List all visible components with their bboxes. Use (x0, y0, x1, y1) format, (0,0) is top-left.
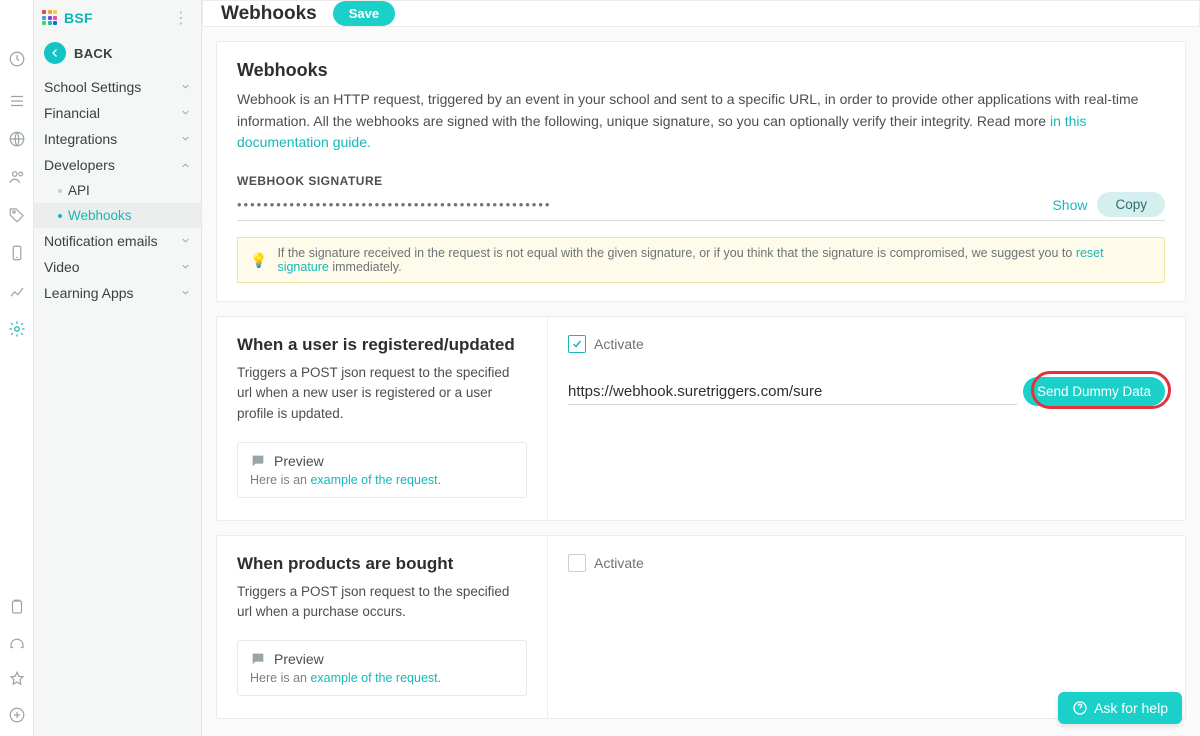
hook-desc: Triggers a POST json request to the spec… (237, 363, 527, 424)
main-content: Webhooks Save Webhooks Webhook is an HTT… (202, 0, 1200, 736)
org-menu-button[interactable]: ⋮ (169, 8, 193, 28)
chevron-down-icon (180, 131, 191, 147)
nav-item-school-settings[interactable]: School Settings (34, 74, 201, 100)
nav-item-notification-emails[interactable]: Notification emails (34, 228, 201, 254)
bulb-icon: 💡 (250, 252, 267, 269)
activate-label: Activate (594, 336, 644, 352)
org-name: BSF (64, 10, 93, 26)
webhooks-intro-card: Webhooks Webhook is an HTTP request, tri… (216, 41, 1186, 302)
star-icon[interactable] (6, 668, 28, 690)
chevron-down-icon (180, 157, 191, 173)
org-switcher[interactable]: BSF (42, 10, 93, 26)
signature-masked: ••••••••••••••••••••••••••••••••••••••••… (237, 197, 551, 212)
back-label: BACK (74, 46, 113, 61)
signature-show-button[interactable]: Show (1052, 197, 1087, 213)
menu-icon[interactable] (6, 90, 28, 112)
preview-box: Preview Here is an example of the reques… (237, 442, 527, 498)
add-icon[interactable] (6, 704, 28, 726)
activate-checkbox[interactable] (568, 335, 586, 353)
reports-icon[interactable] (6, 280, 28, 302)
webhook-card: When a user is registered/updated Trigge… (216, 316, 1186, 521)
chevron-down-icon (180, 105, 191, 121)
intro-heading: Webhooks (237, 60, 1165, 81)
ask-for-help-button[interactable]: Ask for help (1058, 692, 1182, 724)
activate-label: Activate (594, 555, 644, 571)
preview-example-link[interactable]: example of the request (310, 473, 437, 487)
hook-title: When a user is registered/updated (237, 335, 527, 355)
nav-item-video[interactable]: Video (34, 254, 201, 280)
org-logo-icon (42, 10, 58, 26)
globe-icon[interactable] (6, 128, 28, 150)
webhook-card: When products are bought Triggers a POST… (216, 535, 1186, 720)
chat-icon (250, 453, 266, 469)
back-button[interactable] (44, 42, 66, 64)
activate-checkbox[interactable] (568, 554, 586, 572)
nav-item-developers[interactable]: Developers (34, 152, 201, 178)
save-button[interactable]: Save (333, 1, 395, 26)
chevron-down-icon (180, 259, 191, 275)
chat-icon (250, 651, 266, 667)
intro-body: Webhook is an HTTP request, triggered by… (237, 89, 1165, 154)
signature-label: WEBHOOK SIGNATURE (237, 174, 1165, 188)
side-nav: BSF ⋮ BACK School SettingsFinancialInteg… (34, 0, 202, 736)
send-dummy-data-button[interactable]: Send Dummy Data (1023, 377, 1165, 406)
mobile-icon[interactable] (6, 242, 28, 264)
chevron-down-icon (180, 285, 191, 301)
preview-label: Preview (274, 651, 324, 667)
preview-sub: Here is an example of the request. (250, 671, 514, 685)
chevron-down-icon (180, 79, 191, 95)
nav-item-integrations[interactable]: Integrations (34, 126, 201, 152)
help-icon (1072, 700, 1088, 716)
signature-warning: 💡 If the signature received in the reque… (237, 237, 1165, 283)
icon-rail (0, 0, 34, 736)
webhook-url-input[interactable] (568, 379, 1017, 405)
preview-sub: Here is an example of the request. (250, 473, 514, 487)
hook-desc: Triggers a POST json request to the spec… (237, 582, 527, 623)
chevron-down-icon (180, 233, 191, 249)
preview-box: Preview Here is an example of the reques… (237, 640, 527, 696)
support-icon[interactable] (6, 632, 28, 654)
nav-subitem-api[interactable]: API (34, 178, 201, 203)
page-header: Webhooks Save (202, 0, 1200, 27)
nav-subitem-webhooks[interactable]: Webhooks (34, 203, 201, 228)
preview-label: Preview (274, 453, 324, 469)
clipboard-icon[interactable] (6, 596, 28, 618)
preview-example-link[interactable]: example of the request (310, 671, 437, 685)
settings-icon[interactable] (6, 318, 28, 340)
nav-item-financial[interactable]: Financial (34, 100, 201, 126)
hook-title: When products are bought (237, 554, 527, 574)
tag-icon[interactable] (6, 204, 28, 226)
signature-copy-button[interactable]: Copy (1097, 192, 1165, 217)
nav-item-learning-apps[interactable]: Learning Apps (34, 280, 201, 306)
users-icon[interactable] (6, 166, 28, 188)
dashboard-icon[interactable] (6, 48, 28, 70)
page-title: Webhooks (221, 3, 317, 25)
